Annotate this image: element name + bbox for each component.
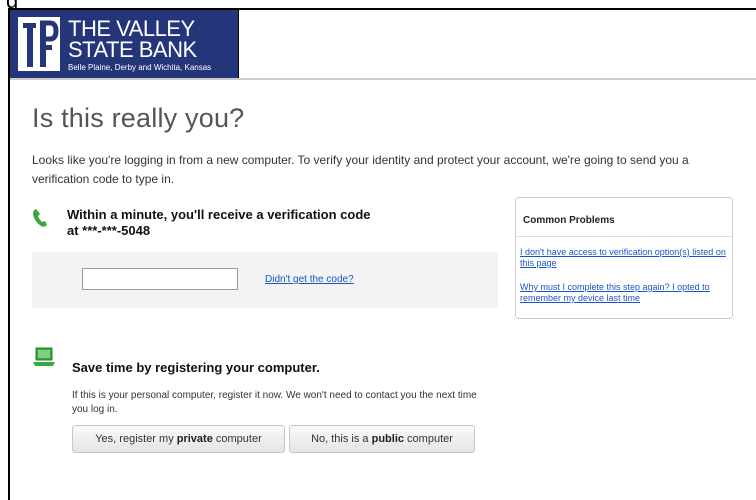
common-problems-divider [516,236,732,237]
register-private-button[interactable]: Yes, register my private computer [72,425,285,453]
cut-off-text: g [0,0,756,8]
bank-logo: THE VALLEY STATE BANK Belle Plaine, Derb… [10,10,239,78]
public-computer-button[interactable]: No, this is a public computer [289,425,475,453]
bank-name-line2: STATE BANK [68,37,197,62]
intro-text: Looks like you're logging in from a new … [32,153,689,186]
verification-code-panel: Didn't get the code? [32,252,498,308]
common-problems-box: Common Problems I don't have access to v… [515,197,733,319]
didnt-get-code-link[interactable]: Didn't get the code? [265,274,354,285]
no-access-link[interactable]: I don't have access to verification opti… [520,247,732,269]
public-computer-prefix: No, this is a [311,433,372,445]
common-problems-title: Common Problems [523,215,615,226]
register-heading: Save time by registering your computer. [72,360,320,375]
register-private-bold: private [176,433,213,445]
bank-tagline: Belle Plaine, Derby and Wichita, Kansas [68,63,212,72]
register-private-prefix: Yes, register my [95,433,177,445]
register-private-suffix: computer [212,433,262,445]
public-computer-suffix: computer [404,433,453,445]
verification-code-input[interactable] [82,268,238,290]
verification-heading: Within a minute, you'll receive a verifi… [67,207,371,238]
public-computer-bold: public [371,433,404,445]
header-divider [10,78,756,80]
bank-logo-icon [18,17,60,71]
phone-icon [33,209,47,227]
laptop-icon [33,347,55,366]
why-again-link[interactable]: Why must I complete this step again? I o… [520,282,732,304]
page-title: Is this really you? [32,103,245,133]
register-description: If this is your personal computer, regis… [72,390,477,415]
